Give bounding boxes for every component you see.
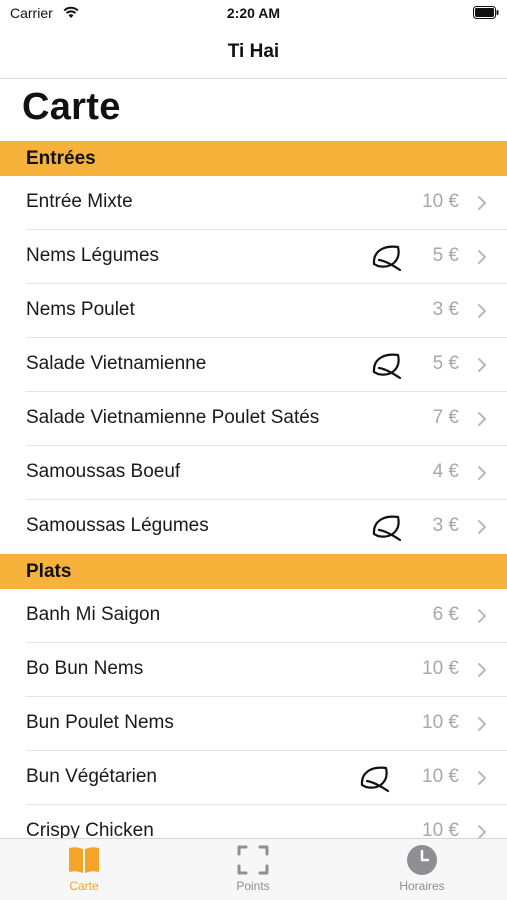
section-header: Entrées: [0, 141, 507, 176]
menu-item-name: Bun Végétarien: [26, 766, 157, 787]
menu-item-row[interactable]: Samoussas Légumes 3 €: [0, 500, 507, 554]
menu-item-row[interactable]: Crispy Chicken 10 €: [0, 805, 507, 839]
section-title: Plats: [26, 561, 72, 582]
menu-item-name: Crispy Chicken: [26, 820, 154, 839]
tab-label: Horaires: [399, 879, 445, 893]
menu-item-name: Samoussas Boeuf: [26, 461, 181, 482]
book-icon: [69, 847, 99, 873]
chevron-right-icon: [478, 304, 486, 318]
tab-label: Points: [236, 879, 270, 893]
chevron-right-icon: [478, 609, 486, 623]
menu-item-row[interactable]: Samoussas Boeuf 4 €: [0, 446, 507, 500]
menu-item-row[interactable]: Nems Légumes 5 €: [0, 230, 507, 284]
nav-title: Ti Hai: [227, 41, 280, 62]
tab-points[interactable]: Points: [193, 843, 313, 899]
menu-item-row[interactable]: Bun Poulet Nems 10 €: [0, 697, 507, 751]
chevron-right-icon: [478, 250, 486, 264]
menu-item-name: Nems Poulet: [26, 299, 135, 320]
menu-item-row[interactable]: Banh Mi Saigon 6 €: [0, 589, 507, 643]
menu-item-row[interactable]: Entrée Mixte 10 €: [0, 176, 507, 230]
menu-item-price: 5 €: [432, 245, 459, 266]
leaf-icon: [360, 766, 390, 793]
chevron-right-icon: [478, 717, 486, 731]
tab-horaires[interactable]: Horaires: [362, 843, 482, 899]
menu-item-row[interactable]: Salade Vietnamienne 5 €: [0, 338, 507, 392]
menu-item-name: Salade Vietnamienne: [26, 353, 207, 374]
menu-item-row[interactable]: Salade Vietnamienne Poulet Satés 7 €: [0, 392, 507, 446]
battery-icon: [473, 6, 499, 19]
chevron-right-icon: [478, 520, 486, 534]
section-header: Plats: [0, 554, 507, 589]
menu-item-name: Bun Poulet Nems: [26, 712, 174, 733]
menu-item-price: 3 €: [432, 299, 459, 320]
menu-item-price: 10 €: [422, 712, 459, 733]
menu-item-name: Nems Légumes: [26, 245, 160, 266]
menu-item-name: Bo Bun Nems: [26, 658, 144, 679]
tab-bar: Carte Points Horaires: [0, 838, 507, 900]
chevron-right-icon: [478, 771, 486, 785]
chevron-right-icon: [478, 466, 486, 480]
menu-item-price: 7 €: [432, 407, 459, 428]
navigation-bar: Ti Hai: [0, 30, 507, 79]
menu-item-price: 10 €: [422, 820, 459, 839]
leaf-icon: [372, 515, 402, 542]
chevron-right-icon: [478, 358, 486, 372]
leaf-icon: [372, 245, 402, 272]
chevron-right-icon: [478, 196, 486, 210]
chevron-right-icon: [478, 412, 486, 426]
chevron-right-icon: [478, 663, 486, 677]
status-bar: Carrier 2:20 AM: [0, 0, 507, 30]
menu-item-price: 10 €: [422, 766, 459, 787]
scan-frame-icon: [237, 845, 269, 875]
menu-item-name: Samoussas Légumes: [26, 515, 209, 536]
menu-item-price: 5 €: [432, 353, 459, 374]
menu-item-row[interactable]: Nems Poulet 3 €: [0, 284, 507, 338]
menu-item-name: Banh Mi Saigon: [26, 604, 161, 625]
tab-label: Carte: [69, 879, 99, 893]
menu-item-price: 10 €: [422, 658, 459, 679]
menu-item-name: Salade Vietnamienne Poulet Satés: [26, 407, 320, 428]
menu-item-row[interactable]: Bo Bun Nems 10 €: [0, 643, 507, 697]
chevron-right-icon: [478, 825, 486, 839]
menu-item-price: 3 €: [432, 515, 459, 536]
clock-time: 2:20 AM: [226, 5, 281, 21]
clock-icon: [407, 845, 437, 875]
menu-item-row[interactable]: Bun Végétarien 10 €: [0, 751, 507, 805]
leaf-icon: [372, 353, 402, 380]
menu-item-price: 10 €: [422, 191, 459, 212]
menu-item-name: Entrée Mixte: [26, 191, 133, 212]
menu-item-price: 6 €: [432, 604, 459, 625]
tab-carte[interactable]: Carte: [24, 843, 144, 899]
page-title: Carte: [22, 86, 121, 128]
section-title: Entrées: [26, 148, 96, 169]
menu-list[interactable]: Entrées Entrée Mixte 10 € Nems Légumes 5 € Ne…: [0, 141, 507, 839]
menu-item-price: 4 €: [432, 461, 459, 482]
